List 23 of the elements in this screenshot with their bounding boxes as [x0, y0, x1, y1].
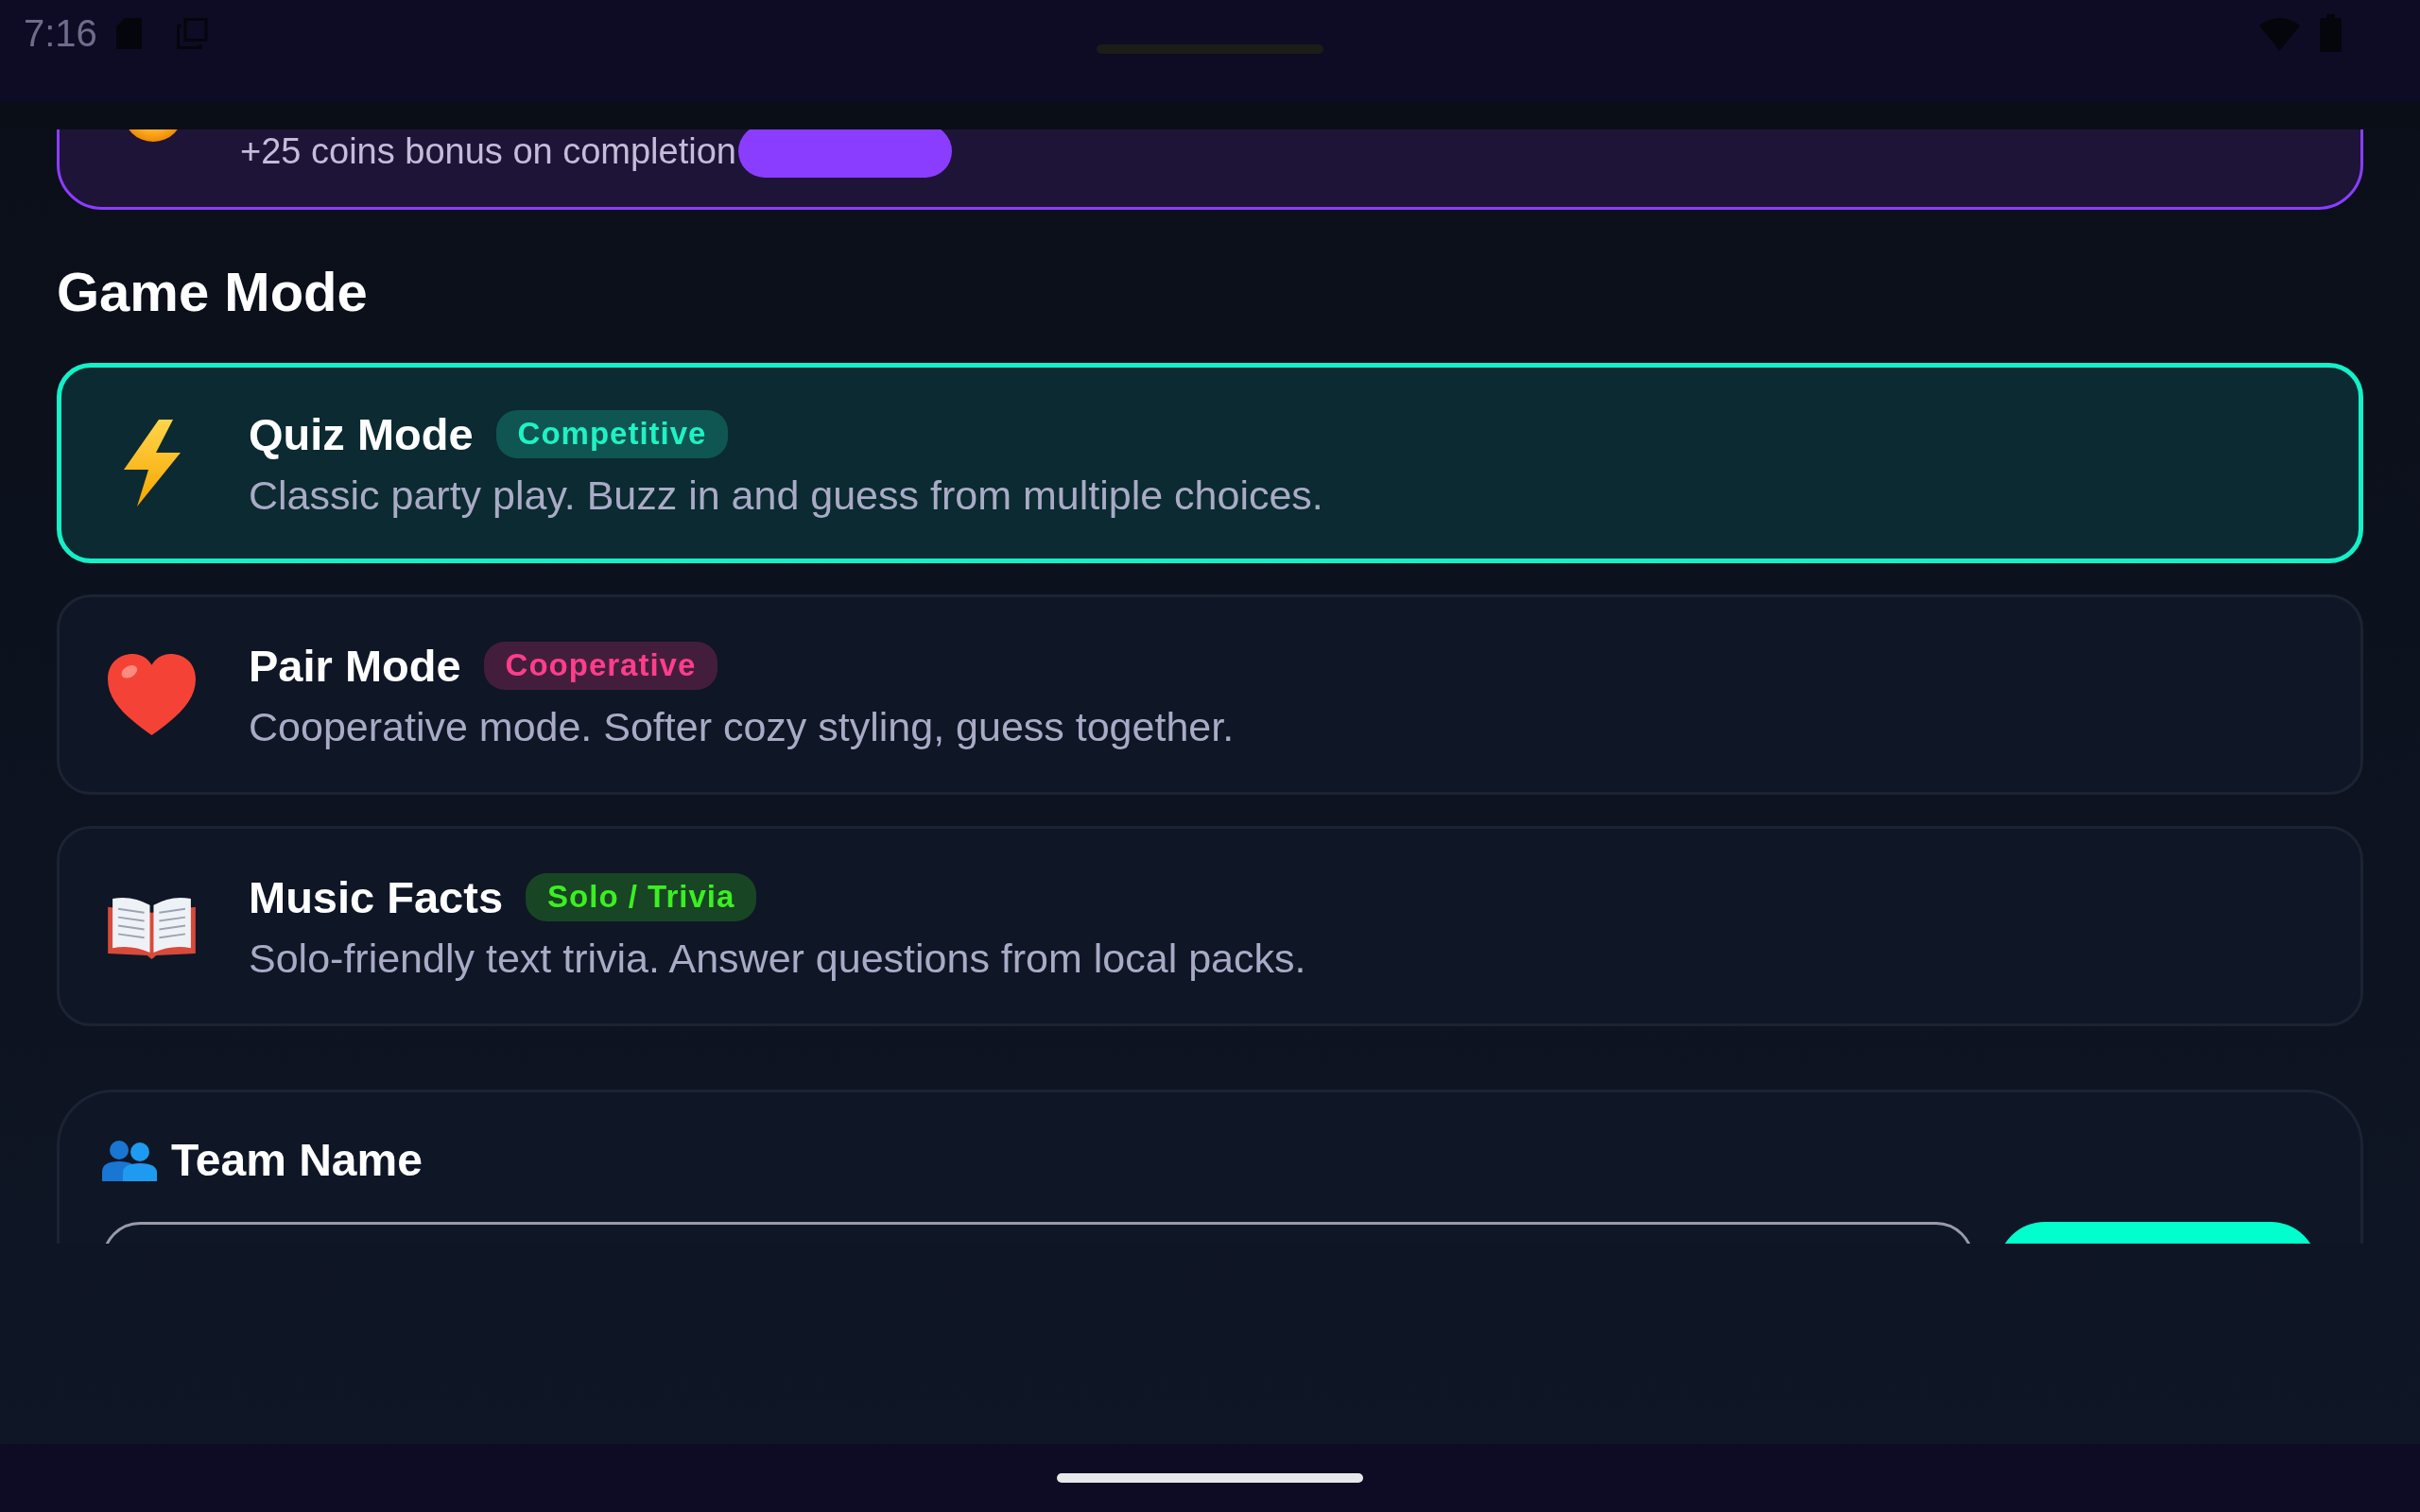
bonus-text: +25 coins bonus on completion [240, 129, 736, 173]
battery-icon [2320, 14, 2342, 52]
heart-icon [106, 652, 197, 737]
stacked-squares-icon [176, 17, 208, 49]
mode-title: Music Facts [249, 870, 504, 923]
mode-card[interactable]: Music Facts Solo / Trivia Solo-friendly text trivia. Answer questions from local packs. [57, 826, 2363, 1026]
wifi-icon [2259, 15, 2300, 51]
mode-card[interactable]: Quiz Mode Competitive Classic party play. Buzz in and guess from multiple choices. [57, 363, 2363, 563]
mode-description: Classic party play. Buzz in and guess from multiple choices. [249, 471, 1323, 519]
mode-tag: Cooperative [483, 641, 718, 690]
team-title: Team Name [171, 1134, 423, 1187]
mode-tag: Competitive [495, 409, 729, 458]
mode-title: Quiz Mode [249, 407, 474, 460]
mode-description: Cooperative mode. Softer cozy styling, guess together. [249, 702, 1235, 750]
mode-title: Pair Mode [249, 639, 461, 692]
mode-description: Solo-friendly text trivia. Answer questions from local packs. [249, 934, 1306, 982]
people-icon [102, 1140, 157, 1181]
mode-card[interactable]: Pair Mode Cooperative Cooperative mode. Softer cozy styling, guess together. [57, 594, 2363, 795]
mode-tag: Solo / Trivia [526, 872, 757, 921]
bonus-action-button[interactable] [737, 129, 952, 178]
sd-card-icon [115, 17, 142, 49]
section-heading: Game Mode [57, 260, 368, 324]
status-time: 7:16 [24, 14, 97, 52]
